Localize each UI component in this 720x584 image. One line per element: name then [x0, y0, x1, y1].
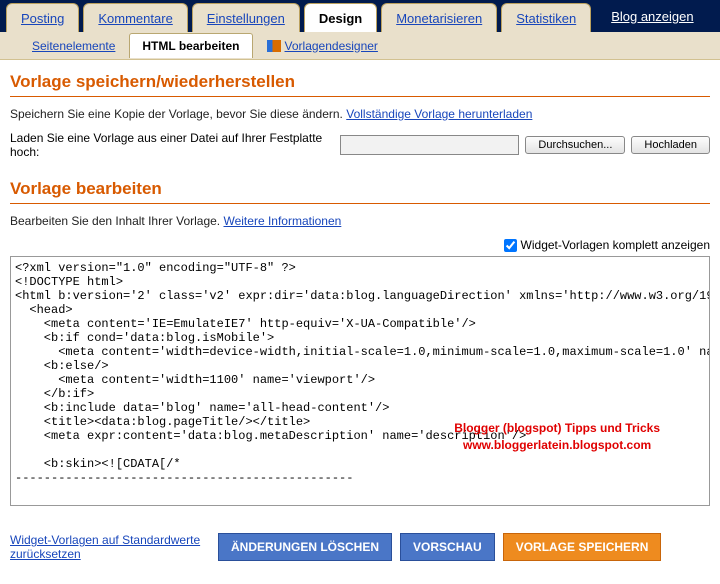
delete-changes-button[interactable]: ÄNDERUNGEN LÖSCHEN [218, 533, 392, 561]
template-code-textarea[interactable] [10, 256, 710, 506]
expand-widgets-label: Widget-Vorlagen komplett anzeigen [521, 238, 710, 252]
sub-tabs: Seitenelemente HTML bearbeiten Vorlagend… [0, 32, 720, 60]
template-designer-icon [267, 40, 281, 52]
tab-link[interactable]: Kommentare [98, 11, 172, 26]
expand-widgets-checkbox[interactable] [504, 239, 517, 252]
subtab-link[interactable]: Seitenelemente [32, 39, 115, 53]
upload-label: Laden Sie eine Vorlage aus einer Datei a… [10, 131, 334, 159]
subtab-html[interactable]: HTML bearbeiten [129, 33, 252, 58]
save-template-button[interactable]: VORLAGE SPEICHERN [503, 533, 662, 561]
heading-edit-template: Vorlage bearbeiten [10, 179, 710, 204]
tab-einstellungen[interactable]: Einstellungen [192, 3, 300, 32]
edit-template-text: Bearbeiten Sie den Inhalt Ihrer Vorlage.… [10, 214, 710, 228]
tab-link[interactable]: Monetarisieren [396, 11, 482, 26]
browse-button[interactable]: Durchsuchen... [525, 136, 625, 154]
tab-posting[interactable]: Posting [6, 3, 79, 32]
more-info-link[interactable]: Weitere Informationen [223, 214, 341, 228]
tab-link[interactable]: Einstellungen [207, 11, 285, 26]
tab-statistiken[interactable]: Statistiken [501, 3, 591, 32]
tab-kommentare[interactable]: Kommentare [83, 3, 187, 32]
upload-button[interactable]: Hochladen [631, 136, 710, 154]
subtab-link[interactable]: Vorlagendesigner [285, 39, 378, 53]
subtab-seitenelemente[interactable]: Seitenelemente [20, 34, 127, 58]
file-path-input[interactable] [340, 135, 519, 155]
tab-monetarisieren[interactable]: Monetarisieren [381, 3, 497, 32]
main-tabs: Posting Kommentare Einstellungen Design … [0, 0, 720, 32]
download-template-link[interactable]: Vollständige Vorlage herunterladen [346, 107, 532, 121]
blog-view-link[interactable]: Blog anzeigen [599, 1, 705, 32]
tab-design[interactable]: Design [304, 3, 377, 32]
tab-link[interactable]: Posting [21, 11, 64, 26]
subtab-vorlagendesigner[interactable]: Vorlagendesigner [255, 34, 390, 58]
reset-widgets-link[interactable]: Widget-Vorlagen auf Standardwerte zurück… [10, 533, 210, 561]
preview-button[interactable]: VORSCHAU [400, 533, 495, 561]
save-copy-text: Speichern Sie eine Kopie der Vorlage, be… [10, 107, 710, 121]
tab-label: Design [319, 11, 362, 26]
heading-save-restore: Vorlage speichern/wiederherstellen [10, 72, 710, 97]
tab-link[interactable]: Statistiken [516, 11, 576, 26]
